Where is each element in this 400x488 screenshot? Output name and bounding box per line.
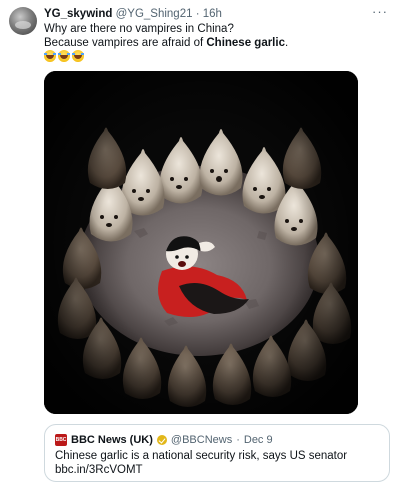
avatar-image — [15, 21, 31, 29]
quoted-tweet[interactable]: BBC BBC News (UK) @BBCNews · Dec 9 Chine… — [44, 424, 390, 482]
display-name[interactable]: YG_skywind — [44, 8, 112, 20]
quoted-tweet-header: BBC BBC News (UK) @BBCNews · Dec 9 — [55, 433, 273, 447]
quoted-text-line: Chinese garlic is a national security ri… — [55, 450, 348, 462]
verified-badge-icon — [156, 435, 167, 445]
quoted-display-name: BBC News (UK) — [71, 434, 153, 446]
more-options-icon[interactable]: ··· — [372, 4, 388, 19]
tweet-text-line-2: Because vampires are afraid of Chinese g… — [44, 36, 384, 50]
quoted-handle: @BBCNews — [170, 434, 233, 446]
tweet-text-bold: Chinese garlic — [206, 37, 285, 49]
separator: · — [195, 8, 200, 20]
tweet-text-prefix: Because vampires are afraid of — [44, 37, 207, 49]
bbc-news-logo-icon: BBC — [55, 434, 67, 446]
vampire-garlic-illustration — [44, 71, 358, 414]
tweet[interactable]: YG_skywind @YG_Shing21 · 16h ··· Why are… — [0, 0, 400, 488]
tweet-text-suffix: . — [284, 37, 289, 49]
quoted-date: Dec 9 — [243, 434, 273, 446]
tweet-text: Why are there no vampires in China? Beca… — [44, 22, 384, 50]
laughing-tears-emoji-icon — [72, 50, 84, 62]
quoted-link[interactable]: bbc.in/3RcVOMT — [55, 463, 347, 477]
avatar[interactable] — [9, 7, 37, 35]
quoted-tweet-text: Chinese garlic is a national security ri… — [55, 449, 347, 477]
tweet-header: YG_skywind @YG_Shing21 · 16h — [44, 6, 222, 22]
timestamp[interactable]: 16h — [203, 8, 222, 20]
laughing-tears-emoji-icon — [44, 50, 56, 62]
separator: · — [236, 434, 240, 446]
tweet-text-line-1: Why are there no vampires in China? — [44, 23, 234, 35]
emoji-row — [44, 50, 84, 64]
tweet-image[interactable] — [44, 71, 358, 414]
laughing-tears-emoji-icon — [58, 50, 70, 62]
user-handle[interactable]: @YG_Shing21 — [116, 8, 193, 20]
